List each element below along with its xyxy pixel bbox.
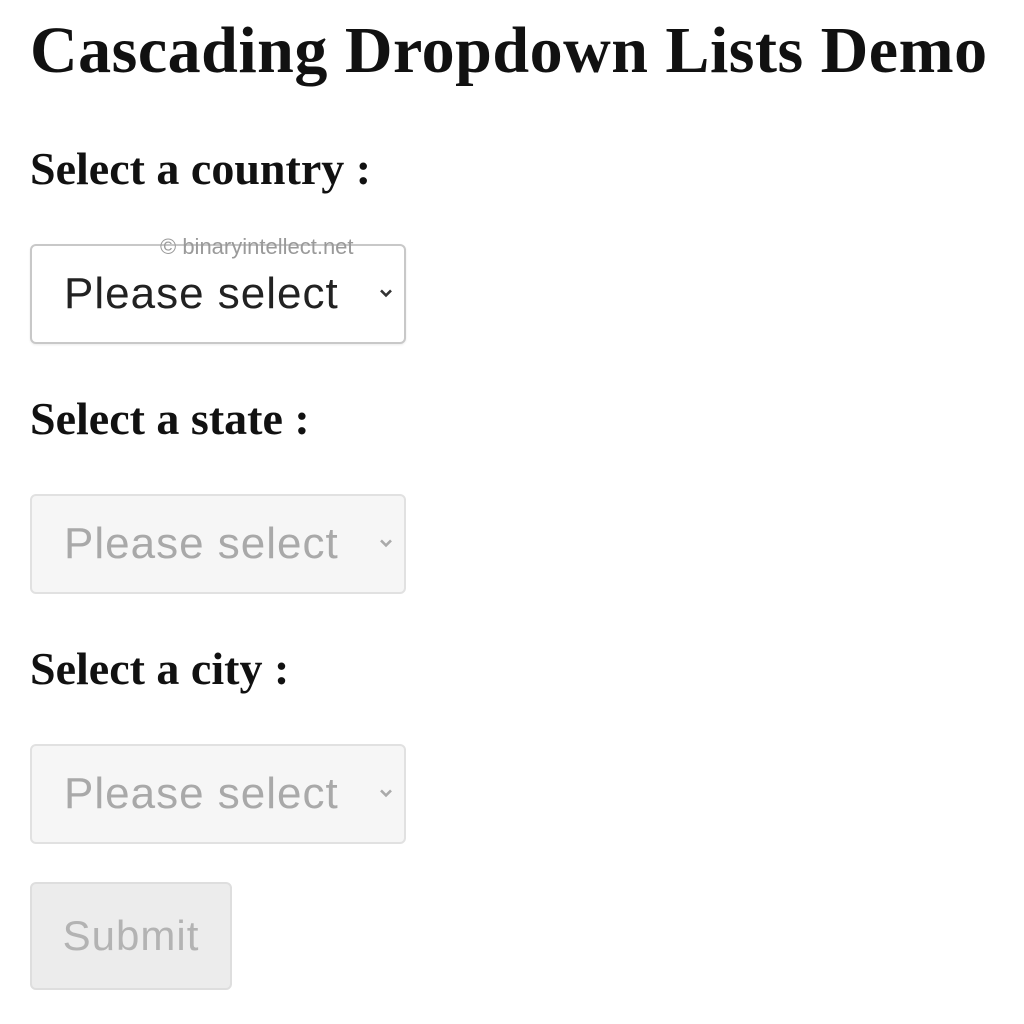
chevron-down-icon: [378, 534, 394, 550]
page: Cascading Dropdown Lists Demo Select a c…: [0, 0, 1024, 1024]
page-title: Cascading Dropdown Lists Demo: [30, 14, 988, 87]
chevron-down-icon: [378, 784, 394, 800]
submit-button[interactable]: Submit: [30, 882, 232, 990]
country-label: Select a country :: [30, 143, 372, 194]
state-label: Select a state :: [30, 393, 310, 444]
state-select[interactable]: Please select: [30, 494, 406, 594]
city-label: Select a city :: [30, 643, 290, 694]
country-select-value: Please select: [64, 269, 339, 318]
city-select[interactable]: Please select: [30, 744, 406, 844]
chevron-down-icon: [378, 284, 394, 300]
state-select-value: Please select: [64, 519, 339, 568]
watermark: © binaryintellect.net: [160, 234, 354, 259]
city-select-value: Please select: [64, 769, 339, 818]
